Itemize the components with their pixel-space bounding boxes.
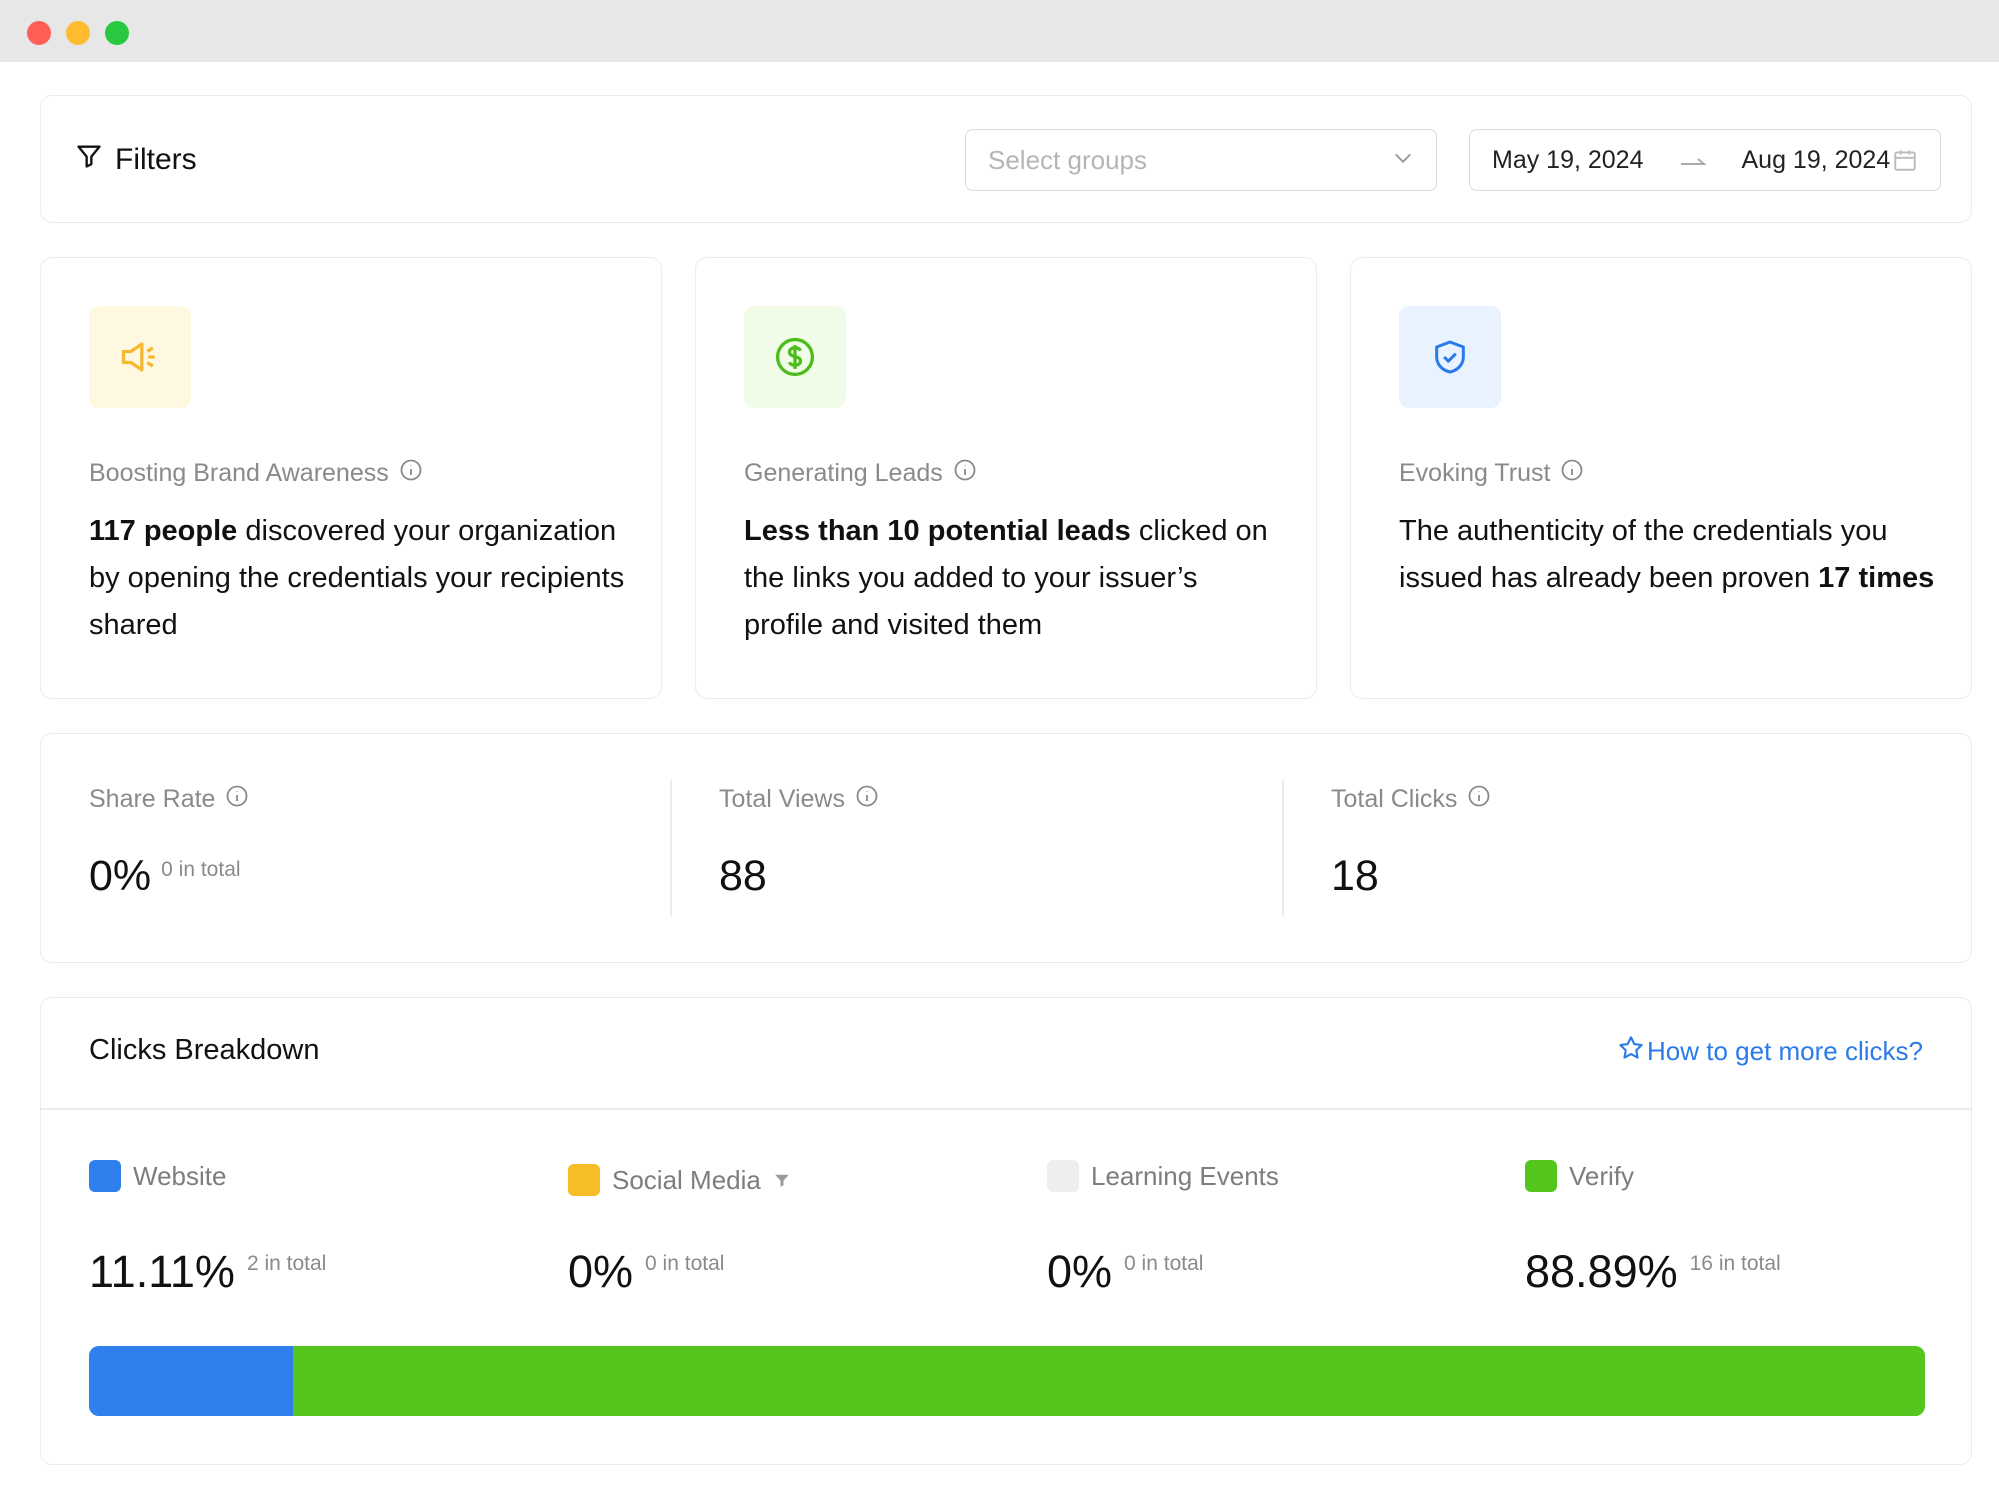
stat-value: 18 <box>1331 852 1379 901</box>
insight-label: Boosting Brand Awareness <box>89 458 423 489</box>
star-icon <box>1617 1034 1645 1069</box>
insight-body: 117 people discovered your organization … <box>89 508 629 649</box>
insight-label-text: Generating Leads <box>744 459 943 487</box>
stat-value-number: 0% <box>89 852 152 900</box>
legend-social-media: Social Media <box>568 1164 791 1196</box>
learning-events-percentage: 0% 0 in total <box>1047 1246 1203 1298</box>
percentage-total: 2 in total <box>246 1252 327 1275</box>
arrow-right-icon <box>1680 145 1707 176</box>
insight-body: Less than 10 potential leads clicked on … <box>744 508 1284 649</box>
stat-value-number: 18 <box>1331 852 1379 900</box>
website-percentage: 11.11% 2 in total <box>89 1246 326 1298</box>
info-icon[interactable] <box>1467 784 1491 815</box>
percentage-value: 0% <box>568 1246 634 1297</box>
percentage-total: 0 in total <box>1124 1252 1204 1275</box>
info-icon[interactable] <box>225 784 249 815</box>
minimize-window-button[interactable] <box>66 21 90 45</box>
insight-card-evoking-trust: Evoking Trust The authenticity of the cr… <box>1350 257 1972 699</box>
date-end[interactable]: Aug 19, 2024 <box>1742 146 1891 175</box>
stat-label: Share Rate <box>89 784 249 815</box>
bar-segment-verify <box>292 1346 1925 1416</box>
groups-select[interactable]: Select groups <box>965 129 1437 191</box>
info-icon[interactable] <box>1560 458 1584 489</box>
legend-swatch <box>568 1164 600 1196</box>
groups-select-placeholder: Select groups <box>988 144 1147 175</box>
divider <box>41 1108 1971 1110</box>
stat-value-sub: 0 in total <box>161 858 241 881</box>
legend-swatch <box>1525 1160 1557 1192</box>
legend-verify: Verify <box>1525 1160 1634 1192</box>
stat-value: 88 <box>719 852 767 901</box>
percentage-value: 0% <box>1047 1246 1113 1297</box>
app-window: Filters Select groups May 19, 2024 Aug 1… <box>0 0 1999 1494</box>
stat-label-text: Share Rate <box>89 785 216 813</box>
insight-label-text: Boosting Brand Awareness <box>89 459 389 487</box>
megaphone-icon <box>89 306 191 408</box>
divider <box>1282 780 1284 916</box>
filter-dropdown-icon[interactable] <box>773 1165 791 1196</box>
chevron-down-icon <box>1392 145 1414 176</box>
legend-label: Social Media <box>612 1164 761 1195</box>
info-icon[interactable] <box>855 784 879 815</box>
percentage-total: 16 in total <box>1689 1252 1781 1275</box>
more-clicks-link-text: How to get more clicks? <box>1647 1036 1923 1066</box>
legend-swatch <box>89 1160 121 1192</box>
social-media-percentage: 0% 0 in total <box>568 1246 724 1298</box>
percentage-value: 11.11% <box>89 1246 235 1297</box>
insight-label-text: Evoking Trust <box>1399 459 1551 487</box>
insight-body: The authenticity of the credentials you … <box>1399 508 1939 602</box>
legend-website: Website <box>89 1160 226 1192</box>
insight-text: The authenticity of the credentials you … <box>1399 515 1888 594</box>
clicks-breakdown-panel: Clicks Breakdown How to get more clicks?… <box>40 997 1972 1465</box>
shield-check-icon <box>1399 306 1501 408</box>
more-clicks-link[interactable]: How to get more clicks? <box>1617 1034 1923 1069</box>
stats-panel: Share Rate 0% 0 in total Total Views 88 … <box>40 733 1972 963</box>
legend-label: Learning Events <box>1091 1160 1279 1191</box>
filters-bar: Filters Select groups May 19, 2024 Aug 1… <box>40 95 1972 223</box>
stat-label-text: Total Clicks <box>1331 785 1458 813</box>
insight-card-brand-awareness: Boosting Brand Awareness 117 people disc… <box>40 257 662 699</box>
verify-percentage: 88.89% 16 in total <box>1525 1246 1781 1298</box>
insight-highlight: 117 people <box>89 515 238 547</box>
legend-label: Website <box>133 1160 227 1191</box>
filters-title: Filters <box>115 143 197 176</box>
insight-highlight: 17 times <box>1818 562 1935 594</box>
info-icon[interactable] <box>953 458 977 489</box>
clicks-breakdown-title: Clicks Breakdown <box>89 1034 320 1066</box>
bar-segment-website <box>89 1346 293 1416</box>
clicks-distribution-bar <box>89 1346 1925 1416</box>
dollar-icon <box>744 306 846 408</box>
close-window-button[interactable] <box>27 21 51 45</box>
percentage-total: 0 in total <box>645 1252 725 1275</box>
stat-value: 0% 0 in total <box>89 852 241 901</box>
stat-value-number: 88 <box>719 852 767 900</box>
insight-label: Evoking Trust <box>1399 458 1584 489</box>
stat-label-text: Total Views <box>719 785 845 813</box>
date-start[interactable]: May 19, 2024 <box>1492 146 1644 175</box>
legend-swatch <box>1047 1160 1079 1192</box>
legend-learning-events: Learning Events <box>1047 1160 1279 1192</box>
insight-card-generating-leads: Generating Leads Less than 10 potential … <box>695 257 1317 699</box>
legend-label: Verify <box>1569 1160 1635 1191</box>
title-bar <box>0 0 1999 62</box>
calendar-icon[interactable] <box>1892 147 1918 173</box>
stat-label: Total Views <box>719 784 879 815</box>
insight-highlight: Less than 10 potential leads <box>744 515 1131 547</box>
filters-heading: Filters <box>75 142 197 178</box>
stat-label: Total Clicks <box>1331 784 1491 815</box>
percentage-value: 88.89% <box>1525 1246 1678 1297</box>
filter-icon <box>75 142 103 178</box>
divider <box>670 780 672 916</box>
info-icon[interactable] <box>399 458 423 489</box>
insight-label: Generating Leads <box>744 458 977 489</box>
maximize-window-button[interactable] <box>105 21 129 45</box>
date-range-picker[interactable]: May 19, 2024 Aug 19, 2024 <box>1469 129 1941 191</box>
